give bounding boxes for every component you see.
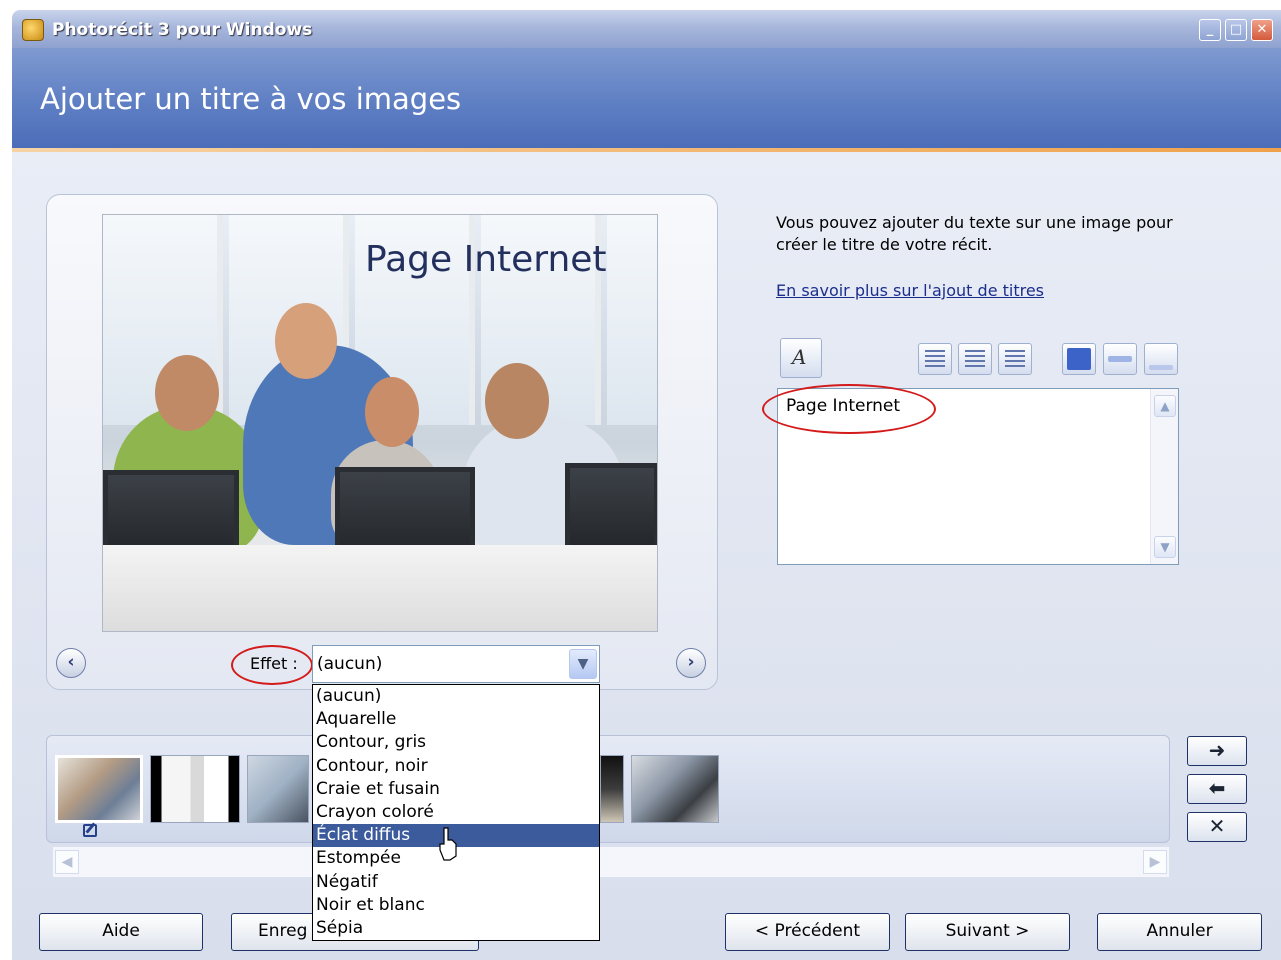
thumbnail[interactable] [150, 755, 240, 823]
image-title-overlay: Page Internet [365, 239, 607, 280]
annotation-ellipse [762, 384, 936, 434]
font-button[interactable]: A [780, 338, 822, 378]
previous-button[interactable]: < Précédent [725, 913, 890, 951]
scroll-down-icon[interactable]: ▼ [1154, 536, 1176, 558]
hand-cursor-icon [439, 827, 457, 861]
previous-image-button[interactable]: ‹ [56, 648, 86, 678]
preview-image: Page Internet [102, 214, 658, 632]
next-button[interactable]: Suivant > [905, 913, 1070, 951]
window-title: Photorécit 3 pour Windows [52, 20, 313, 40]
position-top-icon [1067, 348, 1091, 370]
align-right-button[interactable] [998, 343, 1032, 375]
page-header: Ajouter un titre à vos images [12, 48, 1281, 148]
effect-option[interactable]: Contour, noir [313, 755, 599, 778]
effect-option[interactable]: Crayon coloré [313, 801, 599, 824]
next-image-button[interactable]: › [676, 648, 706, 678]
learn-more-link[interactable]: En savoir plus sur l'ajout de titres [776, 281, 1044, 300]
align-left-button[interactable] [918, 343, 952, 375]
effect-option[interactable]: Négatif [313, 871, 599, 894]
position-bottom-icon [1149, 365, 1173, 370]
help-button[interactable]: Aide [39, 913, 203, 951]
cancel-button[interactable]: Annuler [1097, 913, 1262, 951]
minimize-button[interactable]: _ [1199, 19, 1221, 41]
move-left-button[interactable]: ⬅ [1187, 774, 1247, 804]
font-icon: A [792, 345, 807, 369]
align-left-icon [925, 350, 945, 368]
edit-icon[interactable] [83, 824, 97, 837]
filmstrip-scrollbar[interactable]: ◀ ▶ [52, 846, 1170, 878]
align-right-icon [1005, 350, 1025, 368]
scroll-right-icon[interactable]: ▶ [1143, 850, 1167, 874]
effect-option[interactable]: Aquarelle [313, 708, 599, 731]
position-middle-icon [1108, 356, 1132, 362]
effect-option[interactable]: Noir et blanc [313, 894, 599, 917]
chevron-down-icon[interactable]: ▼ [569, 649, 597, 679]
move-right-button[interactable]: ➜ [1187, 736, 1247, 766]
effect-select[interactable]: (aucun) ▼ [312, 645, 600, 683]
app-icon [22, 19, 44, 41]
title-bar: Photorécit 3 pour Windows _ □ ✕ [12, 10, 1281, 48]
effect-option[interactable]: (aucun) [313, 685, 599, 708]
scroll-up-icon[interactable]: ▲ [1154, 395, 1176, 417]
scroll-left-icon[interactable]: ◀ [55, 850, 79, 874]
position-middle-button[interactable] [1103, 343, 1137, 375]
effect-select-value: (aucun) [317, 654, 383, 674]
thumbnail[interactable] [600, 755, 624, 823]
align-center-button[interactable] [958, 343, 992, 375]
thumbnail[interactable] [247, 755, 309, 823]
thumbnail-selected[interactable] [55, 755, 143, 823]
effect-dropdown-list[interactable]: (aucun) Aquarelle Contour, gris Contour,… [312, 684, 600, 941]
align-center-icon [965, 350, 985, 368]
page-title: Ajouter un titre à vos images [40, 82, 462, 116]
effect-option[interactable]: Craie et fusain [313, 778, 599, 801]
maximize-button[interactable]: □ [1225, 19, 1247, 41]
title-description: Vous pouvez ajouter du texte sur une ima… [776, 213, 1173, 254]
effect-option[interactable]: Contour, gris [313, 731, 599, 754]
position-top-button[interactable] [1062, 343, 1096, 375]
thumbnail[interactable] [631, 755, 719, 823]
annotation-ellipse [231, 645, 313, 685]
close-button[interactable]: ✕ [1251, 19, 1273, 41]
remove-button[interactable]: ✕ [1187, 812, 1247, 842]
text-scrollbar[interactable]: ▲ ▼ [1150, 389, 1178, 564]
position-bottom-button[interactable] [1144, 343, 1178, 375]
effect-option[interactable]: Sépia [313, 917, 599, 940]
